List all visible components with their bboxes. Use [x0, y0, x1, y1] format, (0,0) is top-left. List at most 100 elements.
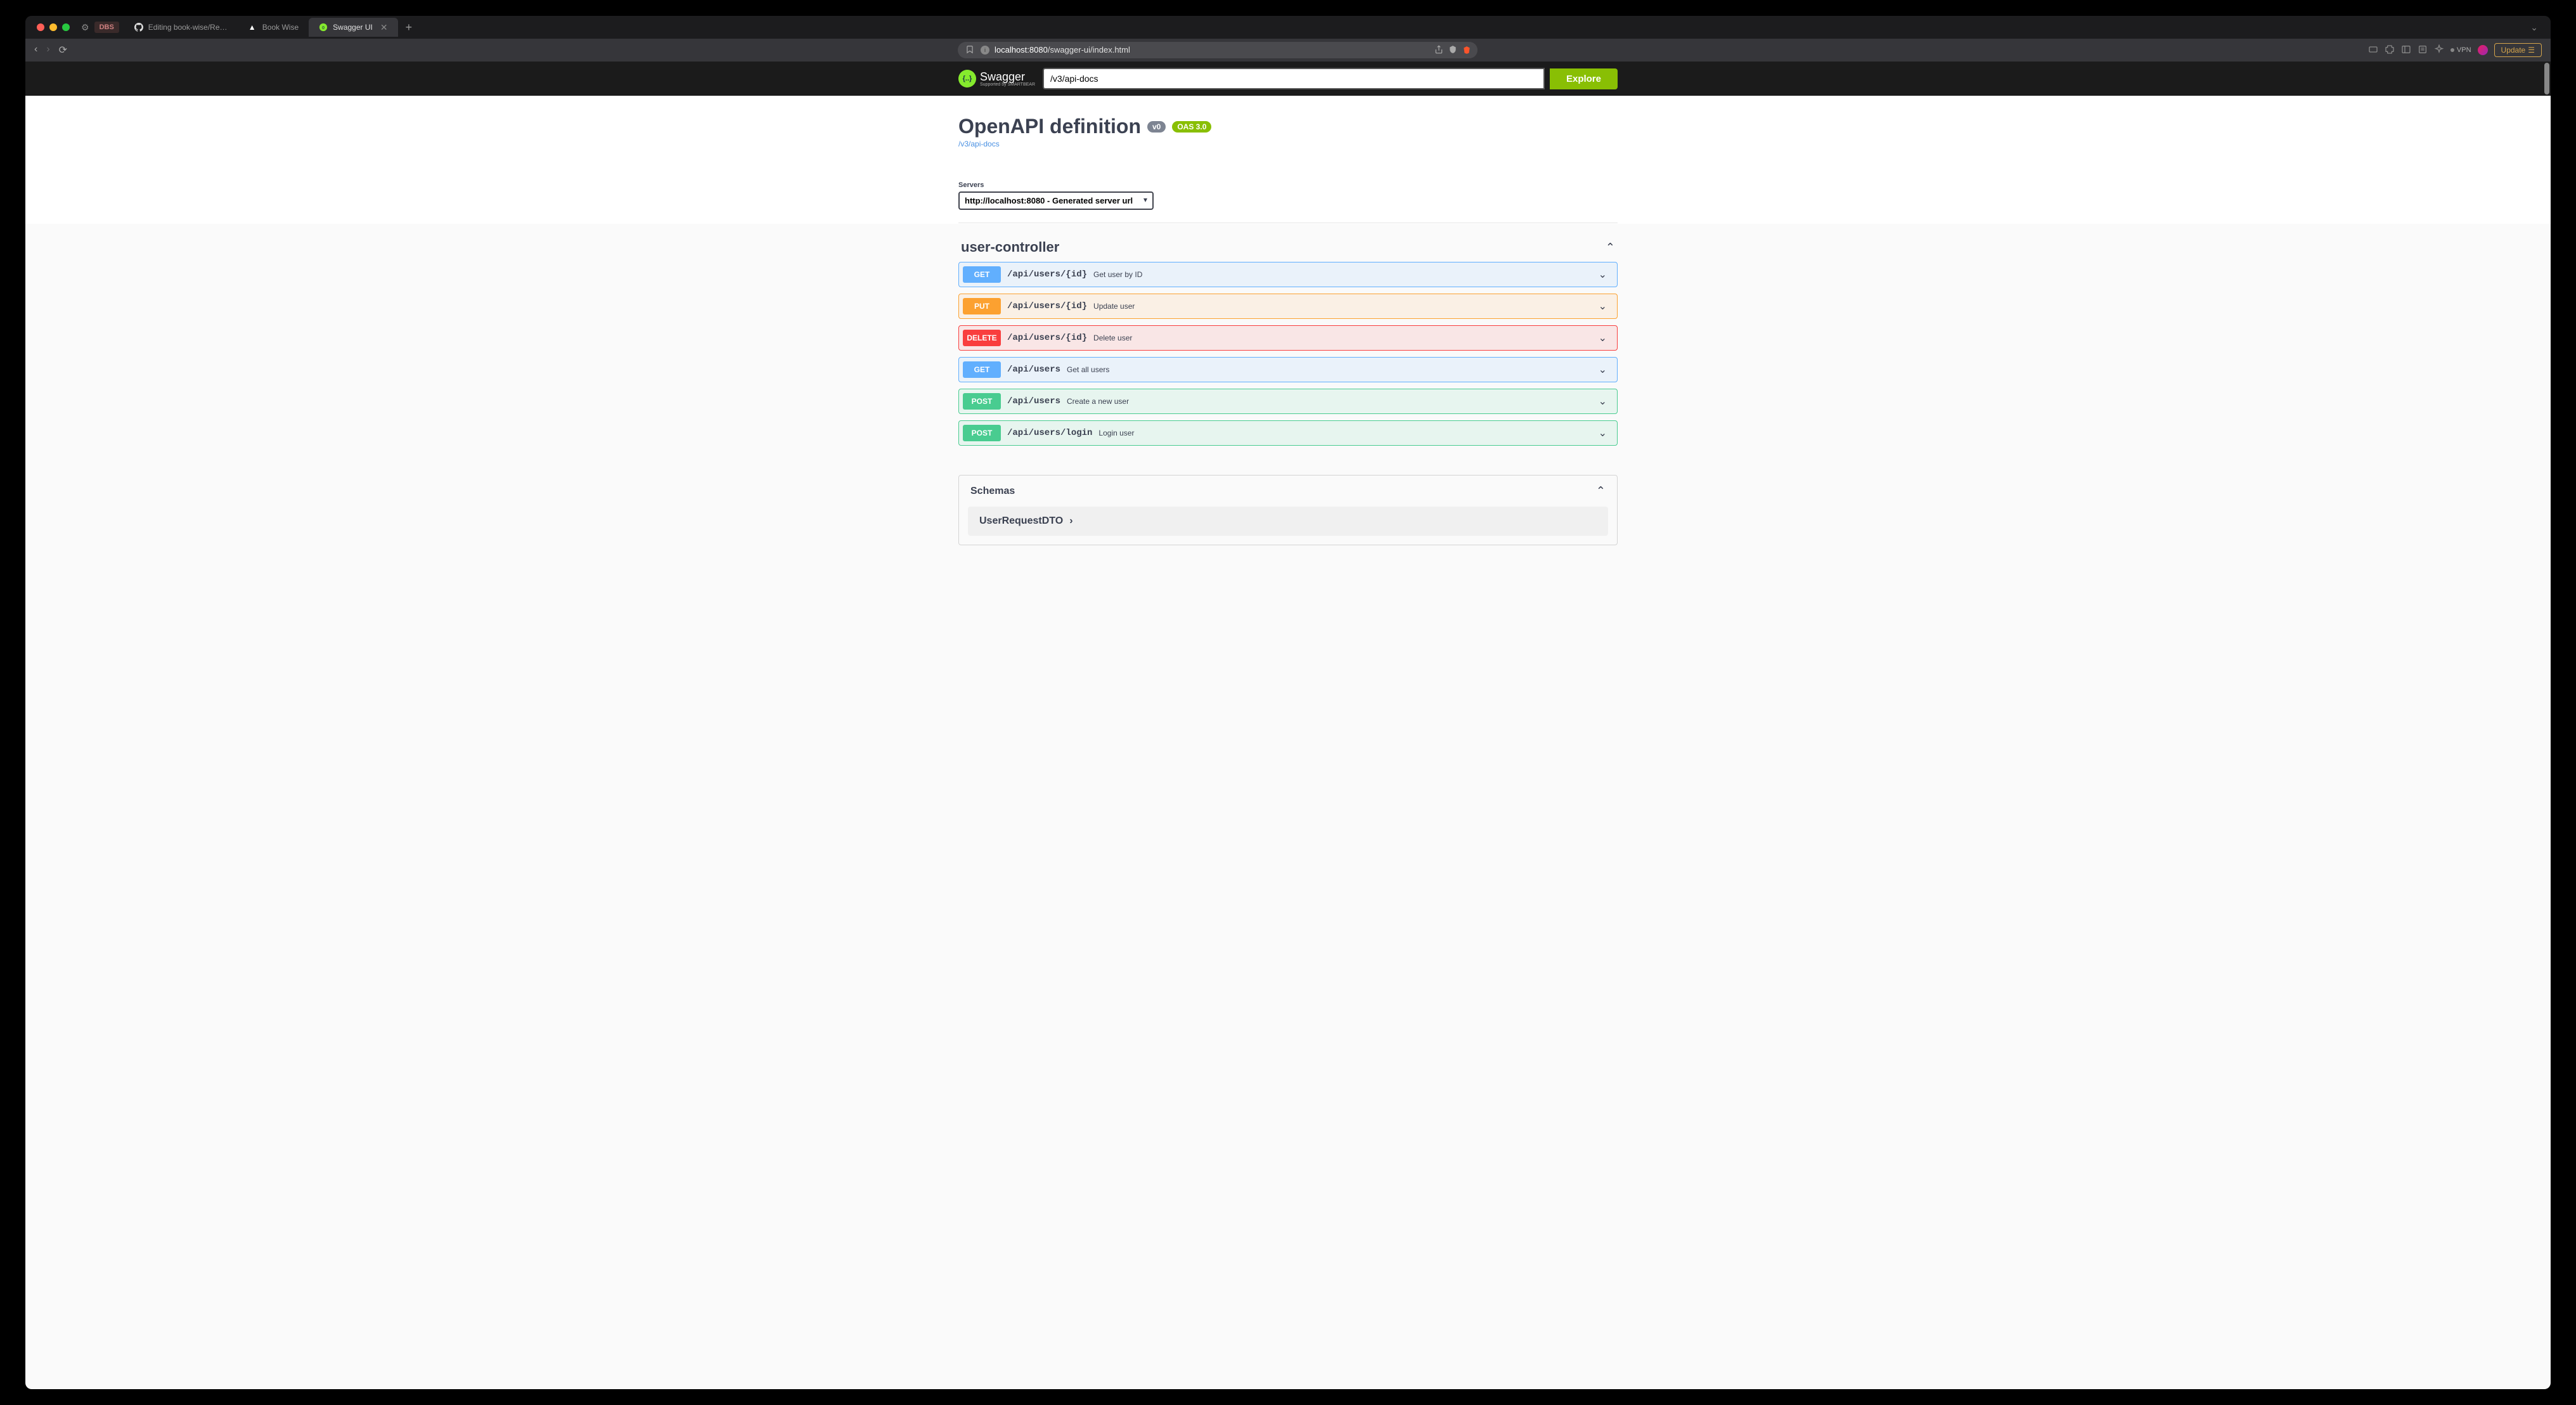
operation-create-user[interactable]: POST /api/users Create a new user ⌄ [958, 389, 1618, 414]
triangle-icon: ▲ [248, 23, 257, 32]
version-badge: v0 [1147, 121, 1166, 133]
content-area: {..} Swagger Supported by SMARTBEAR Expl… [25, 62, 2551, 1389]
operation-summary: Get all users [1067, 365, 1109, 374]
github-icon [134, 23, 143, 32]
info-section: OpenAPI definition v0 OAS 3.0 /v3/api-do… [958, 96, 1618, 156]
tag-header[interactable]: user-controller ⌃ [958, 234, 1618, 262]
tab-dbs-badge[interactable]: DBS [94, 22, 119, 33]
close-window-button[interactable] [37, 23, 44, 31]
operation-login-user[interactable]: POST /api/users/login Login user ⌄ [958, 420, 1618, 446]
tag-section: user-controller ⌃ GET /api/users/{id} Ge… [958, 224, 1618, 462]
chevron-down-icon: ⌄ [1599, 395, 1607, 408]
scrollbar[interactable] [2544, 62, 2549, 1389]
tab-github[interactable]: Editing book-wise/Readme.md at [124, 18, 238, 37]
operation-delete-user[interactable]: DELETE /api/users/{id} Delete user ⌄ [958, 325, 1618, 351]
url-text: localhost:8080/swagger-ui/index.html [995, 44, 1130, 56]
api-title: OpenAPI definition v0 OAS 3.0 [958, 115, 1618, 138]
schemas-title: Schemas [970, 486, 1015, 497]
operation-summary: Update user [1093, 302, 1135, 311]
chevron-down-icon: ⌄ [1599, 427, 1607, 439]
address-input[interactable]: i localhost:8080/swagger-ui/index.html [958, 42, 1478, 58]
chevron-down-icon: ⌄ [1599, 300, 1607, 313]
operation-summary: Get user by ID [1093, 270, 1142, 279]
chevron-up-icon: ⌃ [1596, 484, 1606, 498]
update-button[interactable]: Update ☰ [2494, 43, 2542, 57]
explore-button[interactable]: Explore [1550, 68, 1618, 89]
svg-text:{}: {} [322, 26, 325, 30]
server-select[interactable]: http://localhost:8080 - Generated server… [958, 191, 1154, 210]
tab-label: Editing book-wise/Readme.md at [148, 23, 228, 32]
operation-summary: Login user [1098, 429, 1134, 437]
nav-buttons: ‹ › ⟳ [34, 44, 67, 56]
tab-label: Swagger UI [333, 23, 373, 32]
forward-button[interactable]: › [46, 44, 49, 56]
vpn-badge[interactable]: VPN [2450, 46, 2471, 54]
swagger-icon: {} [319, 23, 328, 32]
scrollbar-thumb[interactable] [2544, 63, 2549, 94]
operation-path: /api/users/{id} [1007, 269, 1087, 280]
swagger-logo-subtext: Supported by SMARTBEAR [980, 82, 1035, 87]
method-badge: GET [963, 361, 1001, 378]
tag-name: user-controller [961, 239, 1059, 256]
method-badge: DELETE [963, 330, 1001, 346]
operation-get-user-by-id[interactable]: GET /api/users/{id} Get user by ID ⌄ [958, 262, 1618, 287]
swagger-logo[interactable]: {..} Swagger Supported by SMARTBEAR [958, 70, 1035, 87]
brave-icon[interactable] [1462, 46, 1471, 55]
wallet-icon[interactable] [2368, 44, 2378, 56]
leo-icon[interactable] [2434, 44, 2444, 56]
method-badge: PUT [963, 298, 1001, 314]
method-badge: GET [963, 266, 1001, 283]
tab-overflow-button[interactable]: ⌄ [2530, 22, 2546, 33]
extensions-icon[interactable] [2385, 44, 2395, 56]
oas-badge: OAS 3.0 [1172, 121, 1211, 133]
traffic-lights [30, 23, 76, 31]
schema-item[interactable]: UserRequestDTO › [968, 507, 1608, 536]
close-tab-button[interactable]: ✕ [380, 22, 388, 33]
minimize-window-button[interactable] [49, 23, 57, 31]
reader-icon[interactable] [2418, 44, 2428, 56]
reload-button[interactable]: ⟳ [59, 44, 67, 56]
servers-label: Servers [958, 181, 1618, 189]
swagger-logo-text: Swagger [980, 70, 1025, 83]
schemas-header[interactable]: Schemas ⌃ [959, 476, 1617, 507]
operation-get-all-users[interactable]: GET /api/users Get all users ⌄ [958, 357, 1618, 382]
bookmark-icon[interactable] [965, 45, 974, 56]
method-badge: POST [963, 393, 1001, 410]
spec-url-input[interactable] [1043, 68, 1545, 89]
chevron-down-icon: ⌄ [1599, 268, 1607, 281]
browser-window: ⚙ DBS Editing book-wise/Readme.md at ▲ B… [25, 16, 2551, 1389]
chevron-down-icon: ⌄ [1599, 363, 1607, 376]
operation-update-user[interactable]: PUT /api/users/{id} Update user ⌄ [958, 294, 1618, 319]
back-button[interactable]: ‹ [34, 44, 37, 56]
profile-icon[interactable] [2478, 45, 2488, 55]
swagger-topbar: {..} Swagger Supported by SMARTBEAR Expl… [25, 62, 2551, 96]
site-info-icon[interactable]: i [981, 46, 989, 55]
address-bar: ‹ › ⟳ i localhost:8080/swagger-ui/index.… [25, 39, 2551, 62]
shield-icon[interactable] [1448, 45, 1457, 56]
operation-path: /api/users/{id} [1007, 301, 1087, 311]
menu-icon: ☰ [2528, 46, 2535, 55]
tab-label: Book Wise [262, 23, 299, 32]
share-icon[interactable] [1434, 45, 1443, 56]
gear-icon[interactable]: ⚙ [81, 22, 89, 33]
schema-name: UserRequestDTO [979, 515, 1063, 527]
chevron-up-icon: ⌃ [1606, 241, 1615, 254]
chevron-down-icon: ⌄ [1599, 332, 1607, 344]
maximize-window-button[interactable] [62, 23, 70, 31]
tabs: Editing book-wise/Readme.md at ▲ Book Wi… [124, 18, 2530, 37]
schemas-section: Schemas ⌃ UserRequestDTO › [958, 475, 1618, 545]
operation-path: /api/users [1007, 396, 1060, 406]
tab-swagger[interactable]: {} Swagger UI ✕ [309, 18, 397, 37]
operation-summary: Create a new user [1067, 397, 1129, 406]
tab-extras: ⚙ DBS [76, 22, 124, 33]
operation-path: /api/users/{id} [1007, 333, 1087, 343]
operation-summary: Delete user [1093, 333, 1132, 342]
new-tab-button[interactable]: + [398, 21, 420, 34]
method-badge: POST [963, 425, 1001, 441]
tab-bookwise[interactable]: ▲ Book Wise [238, 18, 309, 37]
operation-path: /api/users [1007, 365, 1060, 375]
swagger-logo-icon: {..} [958, 70, 976, 87]
toolbar-right: VPN Update ☰ [2368, 43, 2542, 57]
spec-link[interactable]: /v3/api-docs [958, 139, 1000, 148]
sidebar-icon[interactable] [2401, 44, 2411, 56]
